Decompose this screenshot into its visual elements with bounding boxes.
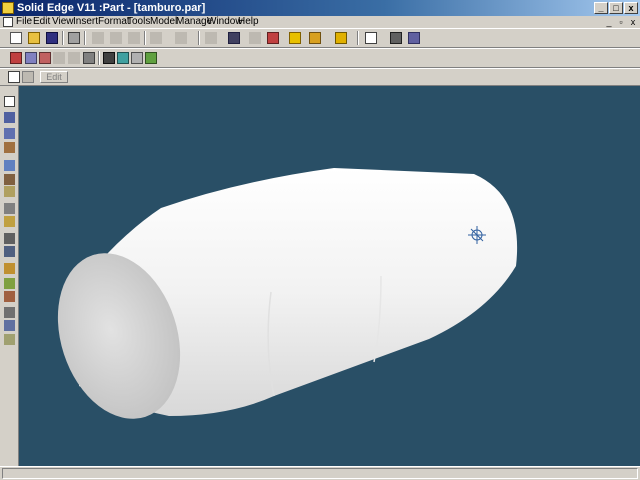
menu-model[interactable]: Model (150, 16, 177, 28)
hidden-edges-icon[interactable] (117, 52, 129, 64)
sketch-icon[interactable] (390, 32, 402, 44)
toolbar-separator (62, 31, 64, 45)
draft-icon[interactable] (4, 233, 15, 244)
print-icon[interactable] (68, 32, 80, 44)
standard-toolbar (0, 28, 640, 48)
revolved-protrusion-icon[interactable] (4, 142, 15, 153)
close-button[interactable]: x (624, 2, 638, 14)
select-icon[interactable] (8, 71, 20, 83)
rotate-icon[interactable] (10, 52, 22, 64)
round-icon[interactable] (4, 203, 15, 214)
visible-edges-icon[interactable] (103, 52, 115, 64)
menu-file[interactable]: File (16, 16, 32, 28)
paste-icon (128, 32, 140, 44)
view-toolbar (0, 48, 640, 68)
toolbar-separator (144, 31, 146, 45)
menu-tools[interactable]: Tools (127, 16, 150, 28)
zoom-area-icon[interactable] (39, 52, 51, 64)
toolbar-separator (357, 31, 359, 45)
select-tool-icon[interactable] (4, 96, 15, 107)
rib-icon[interactable] (4, 263, 15, 274)
new-icon[interactable] (10, 32, 22, 44)
maximize-button[interactable]: □ (609, 2, 623, 14)
minimize-button[interactable]: _ (594, 2, 608, 14)
shaded-edges-icon[interactable] (131, 52, 143, 64)
toolbar-separator (98, 51, 100, 65)
fit-icon[interactable] (53, 52, 65, 64)
menu-format[interactable]: Format (98, 16, 130, 28)
revolved-cutout-icon[interactable] (4, 174, 15, 185)
document-minimize-button[interactable]: _ (604, 17, 614, 27)
redo-icon (175, 32, 187, 44)
helix-icon[interactable] (4, 307, 15, 318)
toolbar-separator (198, 31, 200, 45)
view-orientation-icon[interactable] (335, 32, 347, 44)
step-icon[interactable] (22, 71, 34, 83)
part-model[interactable] (19, 86, 640, 466)
coordinate-icon[interactable] (365, 32, 377, 44)
pan-icon[interactable] (68, 52, 80, 64)
menu-insert[interactable]: Insert (73, 16, 98, 28)
window-title: Solid Edge V11 :Part - [tamburo.par] (17, 2, 206, 14)
protrusion-icon[interactable] (4, 128, 15, 139)
web-icon[interactable] (408, 32, 420, 44)
sketch-plane-icon[interactable] (4, 112, 15, 123)
status-bar (0, 466, 640, 480)
menu-help[interactable]: Help (238, 16, 259, 28)
status-field (2, 468, 638, 479)
render-icon[interactable] (145, 52, 157, 64)
thin-wall-icon[interactable] (4, 246, 15, 257)
document-restore-button[interactable]: ▫ (616, 17, 626, 27)
edit-button[interactable]: Edit (40, 71, 68, 83)
select-tools-icon[interactable] (289, 32, 301, 44)
document-icon[interactable] (3, 17, 13, 27)
save-icon[interactable] (46, 32, 58, 44)
properties-icon (249, 32, 261, 44)
model-viewport[interactable] (19, 86, 640, 466)
feature-toolbar (0, 86, 19, 466)
copy-icon (110, 32, 122, 44)
cut-icon (92, 32, 104, 44)
ribbon-bar: Edit (0, 68, 640, 86)
pattern-icon[interactable] (4, 278, 15, 289)
lofted-icon[interactable] (4, 334, 15, 345)
menu-edit[interactable]: Edit (33, 16, 50, 28)
title-bar: Solid Edge V11 :Part - [tamburo.par] _ □… (0, 0, 640, 16)
open-icon[interactable] (28, 32, 40, 44)
shaded-icon[interactable] (83, 52, 95, 64)
hole-icon[interactable] (4, 186, 15, 197)
pathfinder-icon (205, 32, 217, 44)
save-as-icon[interactable] (228, 32, 240, 44)
undo-icon (150, 32, 162, 44)
cutout-icon[interactable] (4, 160, 15, 171)
color-icon[interactable] (267, 32, 279, 44)
menu-view[interactable]: View (52, 16, 74, 28)
chamfer-icon[interactable] (4, 216, 15, 227)
feature-icon[interactable] (309, 32, 321, 44)
swept-icon[interactable] (4, 320, 15, 331)
app-icon[interactable] (2, 2, 14, 14)
mirror-icon[interactable] (4, 291, 15, 302)
menu-bar: File Edit View Insert Format Tools Model… (0, 16, 640, 28)
toolbar-separator (84, 31, 86, 45)
document-close-button[interactable]: x (628, 17, 638, 27)
zoom-icon[interactable] (25, 52, 37, 64)
